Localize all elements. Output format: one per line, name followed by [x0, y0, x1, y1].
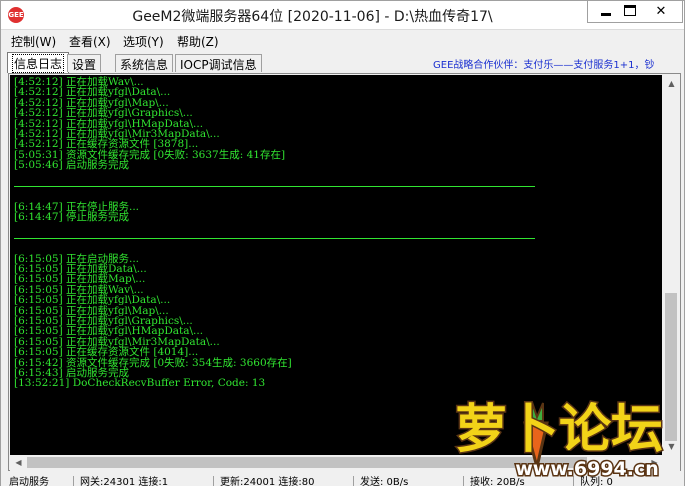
menu-bar: 控制(W) 查看(X) 选项(Y) 帮助(Z) — [1, 29, 684, 51]
menu-control[interactable]: 控制(W) — [11, 33, 56, 50]
close-button[interactable]: ✕ — [641, 1, 681, 23]
app-window: GEE GeeM2微端服务器64位 [2020-11-06] - D:\热血传奇… — [0, 0, 685, 486]
tab-iocp-debug[interactable]: IOCP调试信息 — [175, 54, 262, 72]
menu-help[interactable]: 帮助(Z) — [177, 33, 219, 50]
watermark-logo: 萝卜论坛 www.6994.cn — [453, 399, 664, 480]
status-gateway: 网关:24301 连接:1 — [73, 476, 168, 486]
watermark-brand: 萝卜论坛 — [455, 400, 663, 460]
log-separator — [14, 233, 662, 243]
tab-iocp-debug-label: IOCP调试信息 — [180, 58, 257, 72]
tab-system-info-label: 系统信息 — [120, 58, 169, 72]
status-update: 更新:24001 连接:80 — [213, 476, 314, 486]
menu-view[interactable]: 查看(X) — [69, 33, 111, 50]
partner-link[interactable]: GEE战略合作伙伴：支付乐——支付服务1+1，钞 — [433, 56, 655, 71]
tab-info-log[interactable]: 信息日志 — [7, 52, 70, 73]
title-bar[interactable]: GEE GeeM2微端服务器64位 [2020-11-06] - D:\热血传奇… — [1, 1, 684, 29]
log-separator — [14, 181, 662, 191]
close-icon: ✕ — [655, 4, 667, 19]
log-line: [4:52:12] 正在加载yfgl\Graphics\... — [14, 107, 193, 120]
menu-options[interactable]: 选项(Y) — [123, 33, 164, 50]
log-line: [6:14:47] 停止服务完成 — [14, 211, 130, 224]
scroll-left-arrow-icon[interactable]: ◀ — [10, 455, 27, 471]
tab-bar: 信息日志 设置 系统信息 IOCP调试信息 GEE战略合作伙伴：支付乐——支付服… — [1, 51, 684, 73]
log-line: [5:05:46] 启动服务完成 — [14, 159, 130, 172]
tab-system-info[interactable]: 系统信息 — [115, 54, 174, 72]
window-title: GeeM2微端服务器64位 [2020-11-06] - D:\热血传奇17\ — [132, 9, 493, 25]
minimize-icon — [601, 13, 611, 16]
scroll-up-arrow-icon[interactable]: ▲ — [663, 75, 680, 92]
log-line: [6:15:05] 正在缓存资源文件 [4014]... — [14, 346, 199, 359]
status-service: 启动服务 — [9, 477, 49, 486]
status-send: 发送: 0B/s — [353, 476, 408, 486]
tab-info-log-label: 信息日志 — [12, 54, 65, 73]
maximize-icon — [624, 4, 636, 16]
tab-settings-label: 设置 — [72, 58, 97, 72]
watermark-url: www.6994.cn — [515, 458, 659, 479]
tab-settings[interactable]: 设置 — [67, 54, 102, 72]
